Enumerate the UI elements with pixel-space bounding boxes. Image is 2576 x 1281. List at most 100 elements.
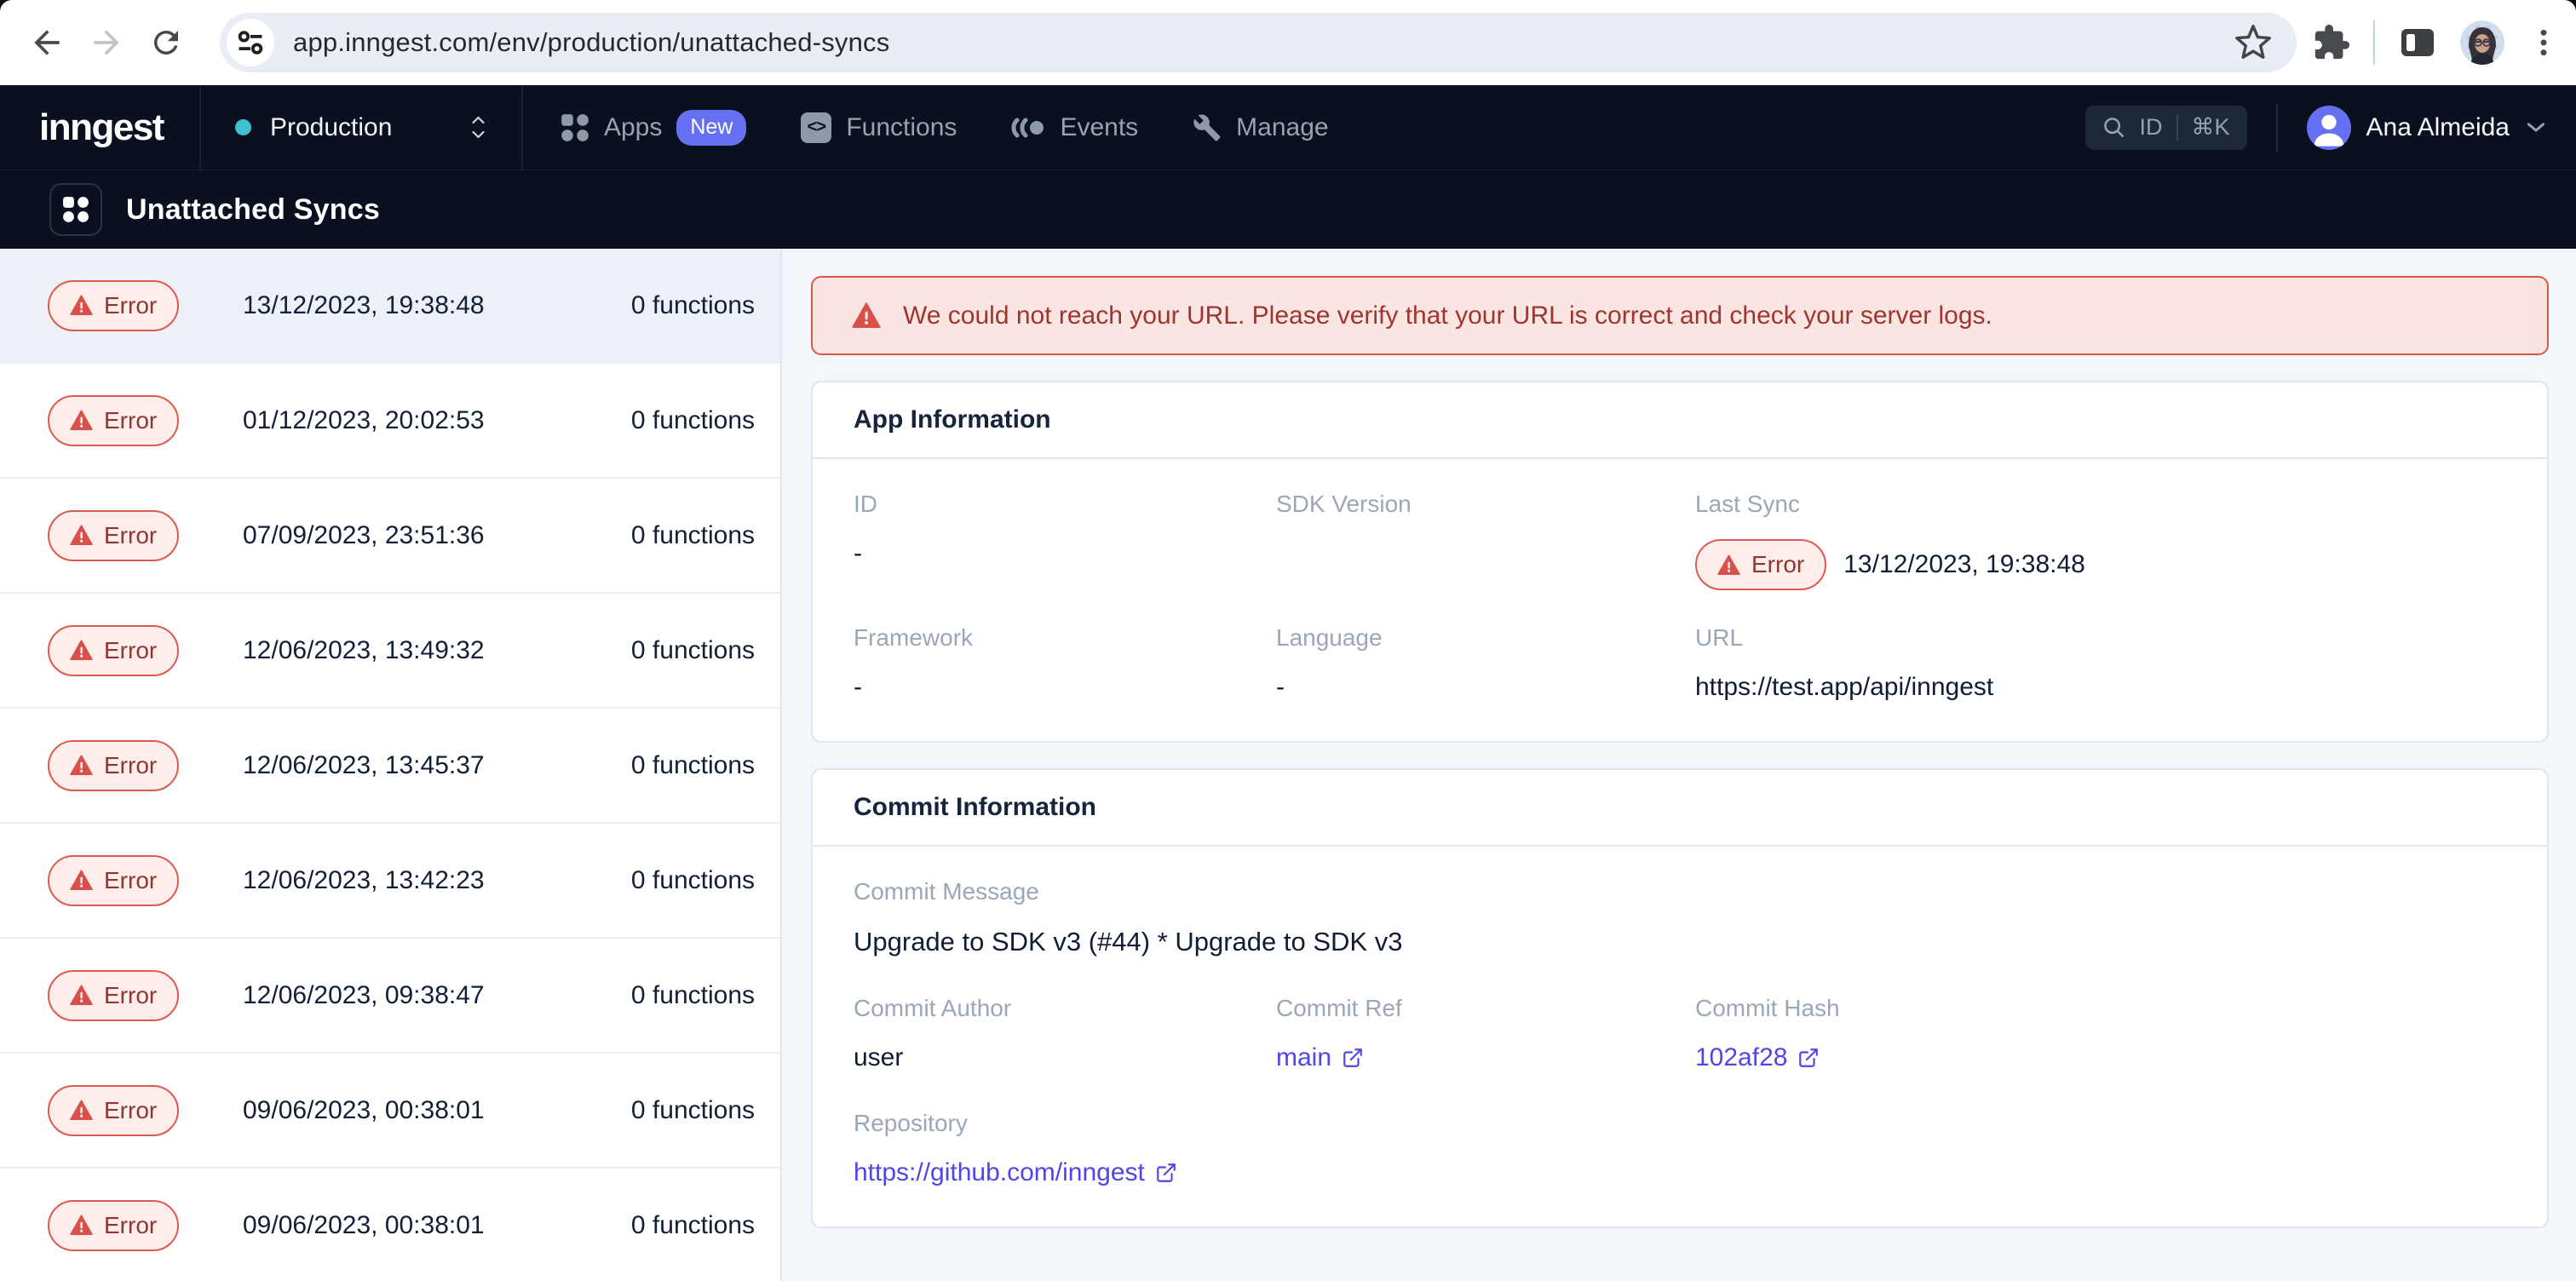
warning-triangle-icon (70, 640, 93, 661)
inngest-logo[interactable]: inngest (39, 106, 164, 149)
last-sync-label: Last Sync (1695, 491, 2506, 518)
browser-menu-icon[interactable] (2527, 26, 2561, 60)
last-sync-value: 13/12/2023, 19:38:48 (1843, 550, 2085, 579)
warning-triangle-icon (70, 870, 93, 891)
sync-timestamp: 09/06/2023, 00:38:01 (243, 1096, 485, 1125)
status-label: Error (104, 1097, 157, 1124)
sync-timestamp: 13/12/2023, 19:38:48 (243, 291, 485, 320)
page-title: Unattached Syncs (126, 193, 380, 227)
sync-timestamp: 07/09/2023, 23:51:36 (243, 521, 485, 550)
sync-function-count: 0 functions (631, 981, 755, 1010)
nav-right-cluster: ID ⌘K Ana Almeida (2085, 104, 2545, 152)
nav-item-events[interactable]: Events (1011, 113, 1138, 142)
side-panel-icon[interactable] (2397, 22, 2438, 63)
external-link-icon (1342, 1047, 1364, 1069)
commit-message-value: Upgrade to SDK v3 (#44) * Upgrade to SDK… (854, 927, 2506, 957)
repository-link[interactable]: https://github.com/inngest (854, 1158, 1177, 1187)
id-label: ID (854, 491, 1276, 518)
nav-item-functions[interactable]: <> Functions (801, 112, 957, 143)
extensions-icon[interactable] (2312, 23, 2351, 62)
url-text: app.inngest.com/env/production/unattache… (293, 27, 889, 58)
nav-item-manage[interactable]: Manage (1193, 113, 1328, 142)
main-content: We could not reach your URL. Please veri… (782, 249, 2576, 1281)
sync-function-count: 0 functions (631, 751, 755, 780)
app-information-title: App Information (813, 382, 2547, 459)
error-banner: We could not reach your URL. Please veri… (811, 276, 2549, 355)
error-status-badge: Error (48, 1200, 179, 1251)
environment-selector[interactable]: Production (201, 113, 521, 142)
commit-hash-link[interactable]: 102af28 (1695, 1043, 1820, 1072)
sync-list-item[interactable]: Error 07/09/2023, 23:51:36 0 functions (0, 479, 780, 594)
sync-list-item[interactable]: Error 12/06/2023, 09:38:47 0 functions (0, 939, 780, 1054)
field-url: URL https://test.app/api/inngest (1695, 624, 2506, 702)
browser-back-button[interactable] (17, 13, 77, 72)
sync-timestamp: 12/06/2023, 13:42:23 (243, 866, 485, 895)
status-label: Error (104, 982, 157, 1009)
env-status-dot (235, 119, 251, 135)
events-waves-icon (1011, 115, 1045, 141)
search-id-label: ID (2140, 114, 2163, 141)
nav-item-apps[interactable]: Apps New (561, 110, 746, 146)
warning-triangle-icon (70, 525, 93, 546)
error-status-badge: Error (48, 280, 179, 331)
sync-list-item[interactable]: Error 09/06/2023, 00:38:01 0 functions (0, 1169, 780, 1281)
sync-timestamp: 01/12/2023, 20:02:53 (243, 406, 485, 435)
browser-forward-button[interactable] (77, 13, 136, 72)
user-name: Ana Almeida (2366, 113, 2510, 142)
field-commit-ref: Commit Ref main (1276, 995, 1695, 1072)
back-arrow-icon (28, 24, 66, 61)
page-header: Unattached Syncs (0, 170, 2576, 249)
sync-list-item[interactable]: Error 12/06/2023, 13:42:23 0 functions (0, 824, 780, 939)
chevron-up-down-icon (471, 116, 486, 139)
sync-list-item[interactable]: Error 01/12/2023, 20:02:53 0 functions (0, 364, 780, 479)
error-banner-text: We could not reach your URL. Please veri… (903, 302, 1992, 330)
commit-hash-label: Commit Hash (1695, 995, 2506, 1022)
sync-function-count: 0 functions (631, 866, 755, 895)
nav-menu: Apps New <> Functions Events Manage (561, 110, 1329, 146)
forward-arrow-icon (88, 24, 125, 61)
status-label: Error (1751, 551, 1804, 578)
commit-message-label: Commit Message (854, 878, 2506, 905)
browser-reload-button[interactable] (136, 13, 196, 72)
nav-apps-label: Apps (604, 113, 662, 142)
address-bar[interactable]: app.inngest.com/env/production/unattache… (220, 13, 2297, 72)
warning-triangle-icon (70, 1215, 93, 1236)
warning-triangle-icon (852, 302, 881, 329)
profile-photo (2460, 20, 2504, 65)
sync-list-item[interactable]: Error 12/06/2023, 13:49:32 0 functions (0, 594, 780, 709)
field-id: ID - (854, 491, 1276, 590)
repository-value: https://github.com/inngest (854, 1158, 1145, 1187)
new-badge: New (676, 110, 746, 146)
nav-events-label: Events (1060, 113, 1138, 142)
warning-triangle-icon (1717, 554, 1740, 576)
user-avatar[interactable] (2307, 106, 2351, 150)
error-status-badge: Error (48, 510, 179, 561)
nav-divider (2276, 104, 2278, 152)
nav-manage-label: Manage (1236, 113, 1328, 142)
commit-ref-link[interactable]: main (1276, 1043, 1364, 1072)
site-settings-button[interactable] (227, 19, 274, 66)
bookmark-button[interactable] (2234, 23, 2273, 62)
sync-timestamp: 12/06/2023, 13:49:32 (243, 636, 485, 665)
browser-profile-avatar[interactable] (2460, 20, 2504, 65)
search-shortcut: ⌘K (2192, 114, 2230, 141)
warning-triangle-icon (70, 985, 93, 1006)
status-label: Error (104, 522, 157, 549)
sync-list-item[interactable]: Error 12/06/2023, 13:45:37 0 functions (0, 709, 780, 824)
warning-triangle-icon (70, 410, 93, 431)
error-status-badge: Error (48, 855, 179, 906)
sync-list-item[interactable]: Error 09/06/2023, 00:38:01 0 functions (0, 1054, 780, 1169)
sync-function-count: 0 functions (631, 406, 755, 435)
commit-ref-label: Commit Ref (1276, 995, 1695, 1022)
field-framework: Framework - (854, 624, 1276, 702)
toolbar-divider (2373, 20, 2375, 65)
sync-list-item[interactable]: Error 13/12/2023, 19:38:48 0 functions (0, 249, 780, 364)
sync-function-count: 0 functions (631, 291, 755, 320)
commit-author-label: Commit Author (854, 995, 1276, 1022)
chevron-down-icon[interactable] (2527, 122, 2545, 133)
field-repository: Repository https://github.com/inngest (854, 1110, 2506, 1187)
field-sdk-version: SDK Version (1276, 491, 1695, 590)
search-button[interactable]: ID ⌘K (2085, 106, 2247, 150)
status-label: Error (104, 407, 157, 434)
language-label: Language (1276, 624, 1695, 652)
